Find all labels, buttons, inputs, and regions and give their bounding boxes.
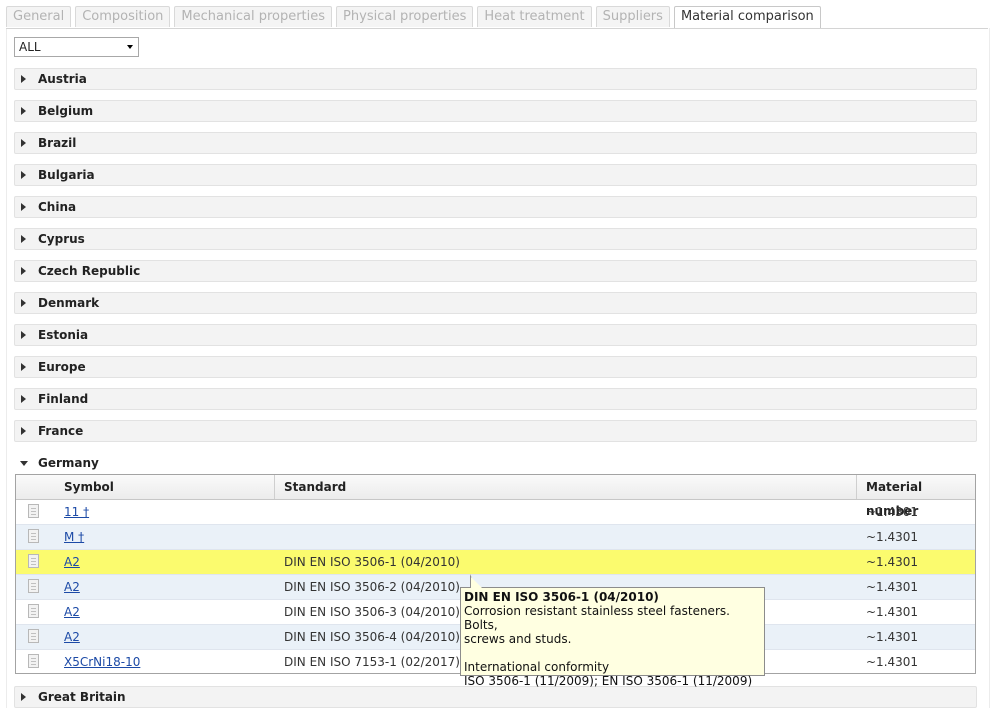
expand-arrow-icon: [21, 299, 26, 307]
country-name: Cyprus: [38, 232, 85, 246]
table-row[interactable]: 11 † ~1.4301: [16, 500, 975, 525]
expand-arrow-icon: [21, 235, 26, 243]
table-row-highlighted[interactable]: A2 DIN EN ISO 3506-1 (04/2010) ~1.4301: [16, 550, 975, 575]
column-divider[interactable]: [274, 475, 275, 499]
material-number-cell: ~1.4301: [866, 655, 919, 669]
expand-arrow-icon: [21, 75, 26, 83]
document-icon[interactable]: [28, 604, 39, 618]
country-row-brazil[interactable]: Brazil: [14, 132, 977, 154]
symbol-link[interactable]: A2: [64, 625, 80, 649]
collapse-arrow-icon: [20, 461, 28, 466]
expand-arrow-icon: [21, 203, 26, 211]
country-name: France: [38, 424, 84, 438]
tooltip-description-line: screws and studs.: [464, 632, 572, 646]
material-number-cell: ~1.4301: [866, 580, 919, 594]
symbol-link[interactable]: A2: [64, 550, 80, 574]
country-name: Germany: [38, 456, 99, 470]
country-row-europe[interactable]: Europe: [14, 356, 977, 378]
document-icon[interactable]: [28, 529, 39, 543]
country-row-bulgaria[interactable]: Bulgaria: [14, 164, 977, 186]
material-number-cell: ~1.4301: [866, 605, 919, 619]
standard-cell: DIN EN ISO 3506-4 (04/2010): [284, 630, 460, 644]
country-filter-value: ALL: [19, 40, 41, 54]
document-icon[interactable]: [28, 579, 39, 593]
country-row-estonia[interactable]: Estonia: [14, 324, 977, 346]
country-name: Czech Republic: [38, 264, 141, 278]
column-header-symbol[interactable]: Symbol: [64, 475, 114, 499]
tooltip-conformity-value: ISO 3506-1 (11/2009); EN ISO 3506-1 (11/…: [464, 674, 753, 688]
expand-arrow-icon: [21, 395, 26, 403]
country-filter-select[interactable]: ALL: [14, 37, 139, 57]
tab-general[interactable]: General: [6, 6, 72, 27]
country-name: Europe: [38, 360, 86, 374]
column-header-standard[interactable]: Standard: [284, 475, 346, 499]
tooltip-conformity-label: International conformity: [464, 660, 610, 674]
expand-arrow-icon: [21, 267, 26, 275]
dropdown-arrow-icon: [127, 45, 133, 49]
document-icon[interactable]: [28, 554, 39, 568]
material-number-cell: ~1.4301: [866, 530, 919, 544]
country-name: Estonia: [38, 328, 89, 342]
tooltip-description-line: Corrosion resistant stainless steel fast…: [464, 604, 730, 632]
expand-arrow-icon: [21, 363, 26, 371]
material-number-cell: ~1.4301: [866, 505, 919, 519]
tab-bar: General Composition Mechanical propertie…: [6, 6, 825, 28]
expand-arrow-icon: [21, 107, 26, 115]
symbol-link[interactable]: A2: [64, 575, 80, 599]
country-row-belgium[interactable]: Belgium: [14, 100, 977, 122]
country-name: Brazil: [38, 136, 77, 150]
country-name: Belgium: [38, 104, 94, 118]
tab-suppliers[interactable]: Suppliers: [595, 6, 670, 27]
tooltip-pointer-fill: [471, 577, 482, 588]
expand-arrow-icon: [21, 139, 26, 147]
country-name: Finland: [38, 392, 89, 406]
symbol-link[interactable]: 11 †: [64, 500, 89, 524]
tab-composition[interactable]: Composition: [75, 6, 171, 27]
table-row[interactable]: M † ~1.4301: [16, 525, 975, 550]
expand-arrow-icon: [21, 171, 26, 179]
material-number-cell: ~1.4301: [866, 630, 919, 644]
tab-divider: [6, 28, 988, 29]
material-number-cell: ~1.4301: [866, 555, 919, 569]
standard-cell: DIN EN ISO 3506-1 (04/2010): [284, 555, 460, 569]
country-name: Bulgaria: [38, 168, 95, 182]
document-icon[interactable]: [28, 504, 39, 518]
country-row-great-britain[interactable]: Great Britain: [14, 686, 977, 708]
expand-arrow-icon: [21, 693, 26, 701]
standard-cell: DIN EN ISO 3506-3 (04/2010): [284, 605, 460, 619]
expand-arrow-icon: [21, 427, 26, 435]
symbol-link[interactable]: M †: [64, 525, 84, 549]
standard-cell: DIN EN ISO 3506-2 (04/2010): [284, 580, 460, 594]
expand-arrow-icon: [21, 331, 26, 339]
column-divider[interactable]: [856, 475, 857, 499]
standard-tooltip: DIN EN ISO 3506-1 (04/2010) Corrosion re…: [460, 587, 765, 688]
tab-heat-treatment[interactable]: Heat treatment: [477, 6, 592, 27]
country-name: China: [38, 200, 77, 214]
country-row-france[interactable]: France: [14, 420, 977, 442]
tab-material-comparison[interactable]: Material comparison: [673, 6, 821, 28]
symbol-link[interactable]: X5CrNi18-10: [64, 650, 140, 674]
standard-cell: DIN EN ISO 7153-1 (02/2017): [284, 655, 460, 669]
country-name: Great Britain: [38, 690, 126, 704]
country-row-china[interactable]: China: [14, 196, 977, 218]
column-header-material-number[interactable]: Material number: [866, 475, 975, 518]
country-row-germany[interactable]: Germany: [14, 452, 977, 474]
tab-physical-properties[interactable]: Physical properties: [336, 6, 474, 27]
tooltip-spacer: [464, 646, 761, 660]
document-icon[interactable]: [28, 654, 39, 668]
country-name: Denmark: [38, 296, 100, 310]
country-row-cyprus[interactable]: Cyprus: [14, 228, 977, 250]
document-icon[interactable]: [28, 629, 39, 643]
symbol-link[interactable]: A2: [64, 600, 80, 624]
country-row-finland[interactable]: Finland: [14, 388, 977, 410]
country-name: Austria: [38, 72, 87, 86]
country-row-czech-republic[interactable]: Czech Republic: [14, 260, 977, 282]
table-header: Symbol Standard Material number: [16, 475, 975, 518]
country-row-denmark[interactable]: Denmark: [14, 292, 977, 314]
tab-mechanical-properties[interactable]: Mechanical properties: [174, 6, 333, 27]
tooltip-title: DIN EN ISO 3506-1 (04/2010): [464, 590, 659, 604]
country-row-austria[interactable]: Austria: [14, 68, 977, 90]
